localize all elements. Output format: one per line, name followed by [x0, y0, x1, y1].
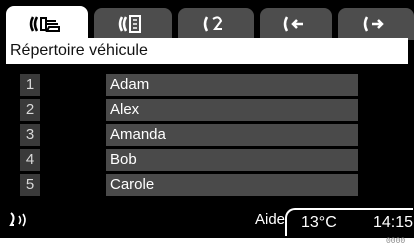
contact-name[interactable]: Adam	[106, 74, 358, 96]
phone-outgoing-icon	[361, 13, 391, 35]
status-bar: Aide 13°C 14:15	[0, 202, 414, 238]
contact-name[interactable]: Carole	[106, 174, 358, 196]
contact-number: 5	[20, 174, 40, 196]
reference-code: 0000	[386, 237, 406, 246]
clock-readout: 14:15	[373, 214, 414, 231]
page-header: Répertoire véhicule	[6, 38, 408, 64]
phone-contacts-icon	[27, 13, 67, 35]
phone-incoming-icon	[281, 13, 311, 35]
contact-name[interactable]: Bob	[106, 149, 358, 171]
contact-row[interactable]: 1 Adam	[6, 74, 408, 96]
contact-number: 4	[20, 149, 40, 171]
voice-signal-icon	[8, 210, 30, 230]
contact-row[interactable]: 2 Alex	[6, 99, 408, 121]
help-button[interactable]: Aide	[255, 211, 285, 228]
contact-number: 1	[20, 74, 40, 96]
phone-tabs	[6, 6, 414, 42]
page-title: Répertoire véhicule	[10, 42, 148, 59]
tab-outgoing[interactable]	[338, 8, 414, 40]
phone-screen: Répertoire véhicule 1 Adam 2 Alex 3 Aman…	[0, 0, 414, 238]
contact-row[interactable]: 3 Amanda	[6, 124, 408, 146]
contact-row[interactable]: 4 Bob	[6, 149, 408, 171]
contact-row[interactable]: 5 Carole	[6, 174, 408, 196]
tab-incoming[interactable]	[260, 8, 332, 40]
tab-contacts[interactable]	[6, 6, 88, 42]
temperature-readout: 13°C	[301, 214, 337, 231]
contact-name[interactable]: Alex	[106, 99, 358, 121]
contact-number: 3	[20, 124, 40, 146]
tab-keypad[interactable]	[94, 8, 172, 40]
tab-redial[interactable]	[178, 8, 254, 40]
phone-keypad-icon	[116, 13, 150, 35]
phone-redial-icon	[201, 13, 231, 35]
contact-number: 2	[20, 99, 40, 121]
contact-name[interactable]: Amanda	[106, 124, 358, 146]
